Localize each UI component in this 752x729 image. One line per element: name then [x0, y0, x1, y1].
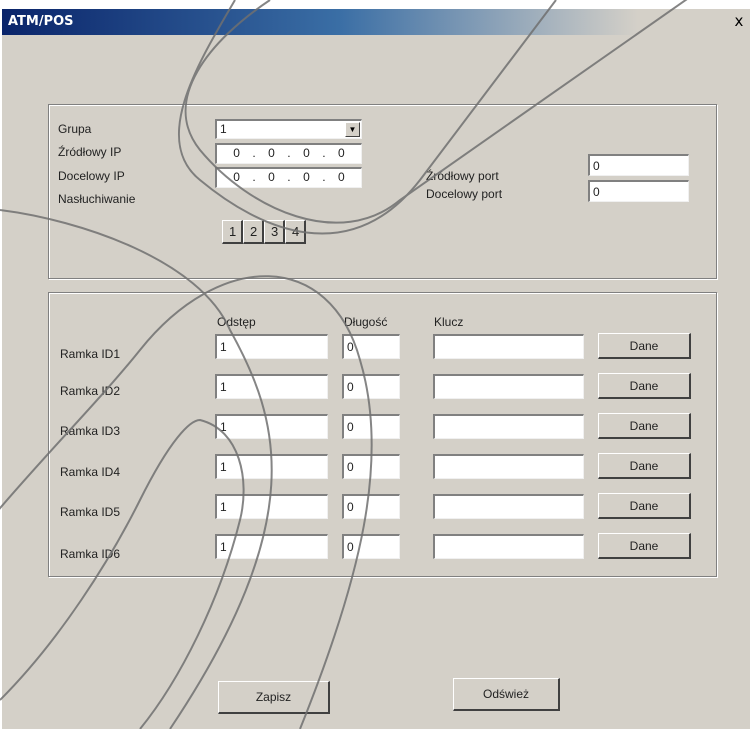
window-title: ATM/POS	[8, 14, 74, 29]
group-value: 1	[220, 122, 227, 136]
frame-length-input[interactable]	[342, 454, 400, 479]
atm-pos-dialog: ATM/POS x Grupa 1 ▼ Źródłowy IP 0. 0. 0.…	[2, 9, 750, 729]
close-icon[interactable]: x	[730, 12, 748, 30]
frame-offset-input[interactable]	[215, 414, 328, 439]
frame-data-button[interactable]: Dane	[598, 413, 691, 439]
frame-label: Ramka ID2	[60, 384, 121, 398]
frame-length-input[interactable]	[342, 334, 400, 359]
frame-length-input[interactable]	[342, 494, 400, 519]
dest-ip-octet: 0	[268, 170, 275, 184]
frame-label: Ramka ID1	[60, 347, 121, 361]
frame-label: Ramka ID5	[60, 505, 121, 519]
frame-length-input[interactable]	[342, 534, 400, 559]
frame-key-input[interactable]	[433, 534, 584, 559]
dest-ip-octet: 0	[338, 170, 345, 184]
frame-data-button[interactable]: Dane	[598, 453, 691, 479]
frame-data-button[interactable]: Dane	[598, 533, 691, 559]
listening-label: Nasłuchiwanie	[58, 192, 136, 206]
frame-key-input[interactable]	[433, 494, 584, 519]
frame-key-input[interactable]	[433, 454, 584, 479]
key-column-header: Klucz	[434, 315, 464, 329]
frame-offset-input[interactable]	[215, 374, 328, 399]
frame-data-button[interactable]: Dane	[598, 493, 691, 519]
frame-key-input[interactable]	[433, 414, 584, 439]
chevron-down-icon[interactable]: ▼	[345, 122, 360, 137]
frame-data-button[interactable]: Dane	[598, 333, 691, 359]
source-port-label: Źródłowy port	[426, 169, 499, 183]
length-column-header: Długość	[344, 315, 388, 329]
dest-port-input[interactable]	[588, 180, 689, 202]
refresh-button[interactable]: Odśwież	[453, 678, 560, 711]
frame-key-input[interactable]	[433, 334, 584, 359]
listen-button-3[interactable]: 3	[264, 220, 285, 244]
frame-label: Ramka ID3	[60, 424, 121, 438]
listen-button-1[interactable]: 1	[222, 220, 243, 244]
source-port-input[interactable]	[588, 154, 689, 176]
listen-button-4[interactable]: 4	[285, 220, 306, 244]
frame-offset-input[interactable]	[215, 534, 328, 559]
title-bar: ATM/POS x	[2, 9, 750, 35]
frame-length-input[interactable]	[342, 414, 400, 439]
source-ip-field[interactable]: 0. 0. 0. 0	[215, 143, 362, 164]
frame-label: Ramka ID4	[60, 465, 121, 479]
group-combobox[interactable]: 1 ▼	[215, 119, 362, 139]
source-ip-label: Źródłowy IP	[58, 145, 122, 159]
dest-ip-field[interactable]: 0. 0. 0. 0	[215, 167, 362, 188]
dest-port-label: Docelowy port	[426, 187, 503, 201]
source-ip-octet: 0	[233, 146, 240, 160]
source-ip-octet: 0	[338, 146, 345, 160]
group-label: Grupa	[58, 122, 92, 136]
source-ip-octet: 0	[303, 146, 310, 160]
frame-offset-input[interactable]	[215, 494, 328, 519]
offset-column-header: Odstęp	[217, 315, 256, 329]
listen-button-2[interactable]: 2	[243, 220, 264, 244]
frame-offset-input[interactable]	[215, 454, 328, 479]
frame-label: Ramka ID6	[60, 547, 121, 561]
frame-offset-input[interactable]	[215, 334, 328, 359]
dest-ip-octet: 0	[233, 170, 240, 184]
frame-length-input[interactable]	[342, 374, 400, 399]
save-button[interactable]: Zapisz	[218, 681, 330, 714]
frame-data-button[interactable]: Dane	[598, 373, 691, 399]
dest-ip-label: Docelowy IP	[58, 169, 125, 183]
source-ip-octet: 0	[268, 146, 275, 160]
dest-ip-octet: 0	[303, 170, 310, 184]
frame-key-input[interactable]	[433, 374, 584, 399]
